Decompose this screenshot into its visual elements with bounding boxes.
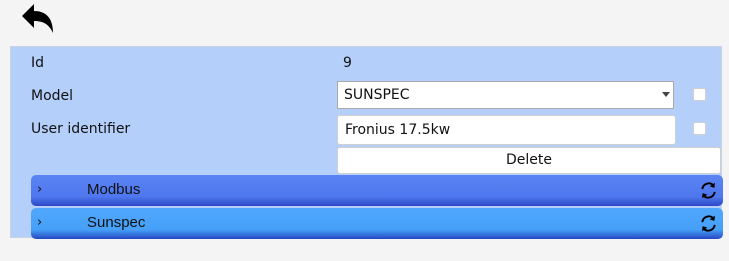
modbus-section-header[interactable]: › Modbus	[31, 175, 723, 206]
model-label: Model	[31, 88, 74, 104]
id-value: 9	[343, 55, 352, 71]
refresh-icon[interactable]	[699, 214, 718, 233]
id-label: Id	[31, 55, 45, 71]
delete-button[interactable]: Delete	[337, 147, 721, 174]
chevron-right-icon: ›	[37, 182, 43, 197]
user-identifier-checkbox[interactable]	[693, 122, 706, 135]
undo-arrow-icon	[20, 3, 56, 35]
device-settings-panel: Id 9 Model SUNSPEC User identifier Delet…	[10, 46, 723, 239]
modbus-section-title: Modbus	[87, 181, 141, 198]
refresh-icon[interactable]	[699, 181, 718, 200]
dropdown-arrow-icon	[662, 92, 670, 97]
sunspec-section-title: Sunspec	[87, 214, 146, 231]
sunspec-section-header[interactable]: › Sunspec	[31, 208, 723, 239]
user-identifier-label: User identifier	[31, 121, 131, 137]
chevron-right-icon: ›	[37, 215, 43, 230]
model-select[interactable]: SUNSPEC	[337, 81, 674, 109]
model-checkbox[interactable]	[693, 88, 706, 101]
user-identifier-input[interactable]	[337, 115, 676, 145]
back-button[interactable]	[20, 3, 56, 35]
model-select-value: SUNSPEC	[344, 87, 410, 103]
